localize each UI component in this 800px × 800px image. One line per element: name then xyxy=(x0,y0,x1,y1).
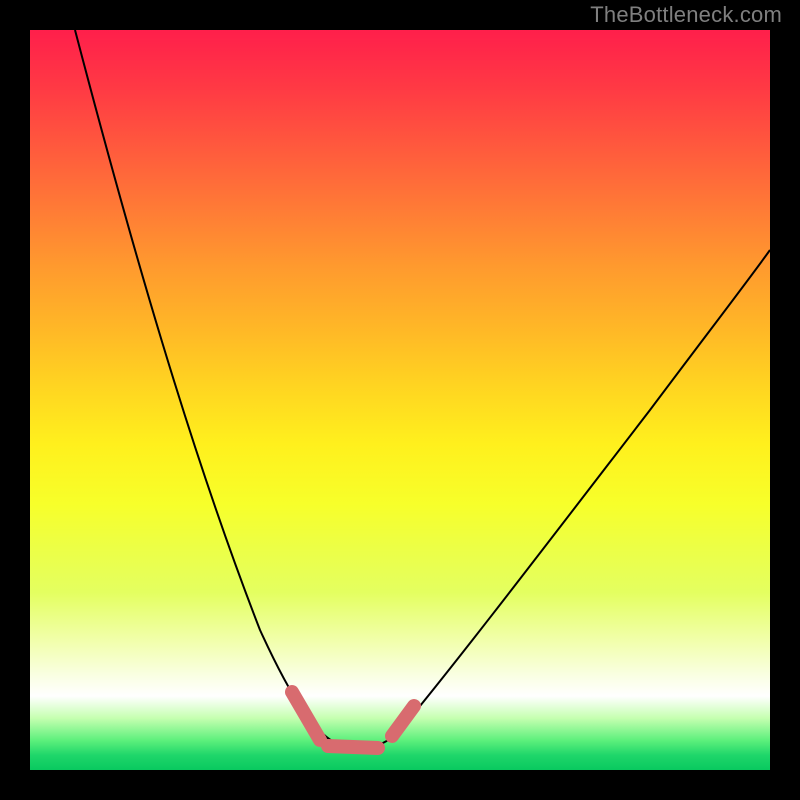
watermark-text: TheBottleneck.com xyxy=(590,2,782,28)
plot-svg xyxy=(30,30,770,770)
highlight-bottom xyxy=(328,746,378,748)
plot-area xyxy=(30,30,770,770)
bottleneck-curve xyxy=(75,30,770,749)
highlight-left xyxy=(292,692,320,740)
highlight-right xyxy=(392,706,414,736)
highlight-region xyxy=(292,692,414,748)
chart-frame: TheBottleneck.com xyxy=(0,0,800,800)
